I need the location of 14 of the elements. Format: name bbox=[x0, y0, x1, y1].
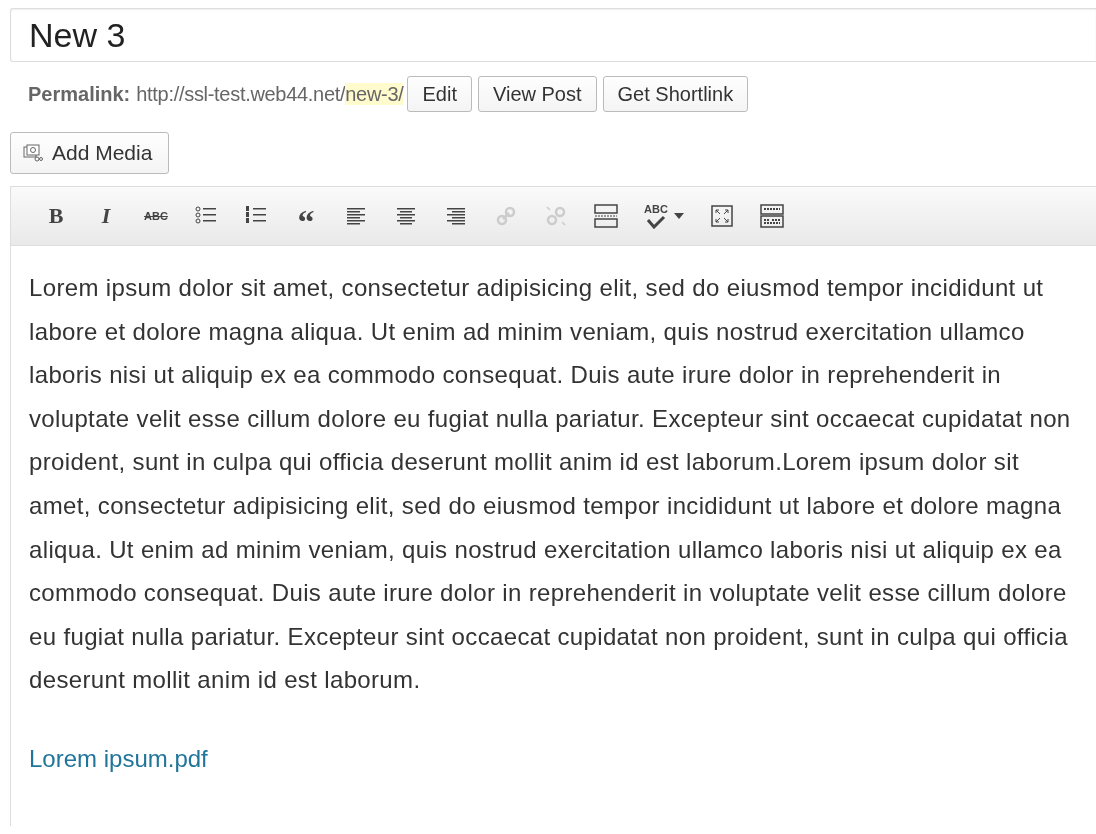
permalink-button[interactable]: Edit bbox=[407, 76, 472, 112]
italic-button[interactable]: I bbox=[83, 199, 129, 233]
permalink-label: Permalink: bbox=[28, 82, 131, 106]
body-paragraph: Lorem ipsum dolor sit amet, consectetur adipisicing elit, sed do eiusmod tempor incididunt ut labore et dolore magna aliqua. Ut enim ad minim veniam, quis nostrud exercitation ullamco laboris nisi ut aliquip ex ea commodo consequat. Duis aute irure dolor in reprehenderit in voluptate velit esse cillum dolore eu fugiat nulla pariatur. Excepteur sint occaecat cupidatat non proident, sunt in culpa qui officia deserunt mollit anim id est laborum.Lorem ipsum dolor sit amet, consectetur adipisicing elit, sed do eiusmod tempor incididunt ut labore et dolore magna aliqua. Ut enim ad minim veniam, quis nostrud exercitation ullamco laboris nisi ut aliquip ex ea commodo consequat. Duis aute irure dolor in reprehenderit in voluptate velit esse cillum dolore eu fugiat nulla pariatur. Excepteur sint occaecat cupidatat non proident, sunt in culpa qui officia deserunt mollit anim id est laborum. bbox=[29, 273, 1072, 696]
bold-button[interactable]: B bbox=[33, 199, 79, 233]
permalink-url: http://ssl-test.web44.net/new-3/ bbox=[136, 82, 404, 106]
permalink-button[interactable]: Get Shortlink bbox=[602, 76, 749, 112]
strikethrough-button[interactable]: ABC bbox=[133, 199, 179, 233]
spellcheck-button[interactable]: ABC bbox=[633, 199, 695, 233]
add-media-button[interactable]: Add Media bbox=[10, 132, 170, 174]
title-field[interactable]: New 3 bbox=[10, 8, 1096, 62]
permalink-button[interactable]: View Post bbox=[477, 76, 597, 112]
blockquote-button[interactable]: “ bbox=[283, 199, 329, 233]
file-link[interactable]: Lorem ipsum.pdf bbox=[29, 744, 208, 773]
